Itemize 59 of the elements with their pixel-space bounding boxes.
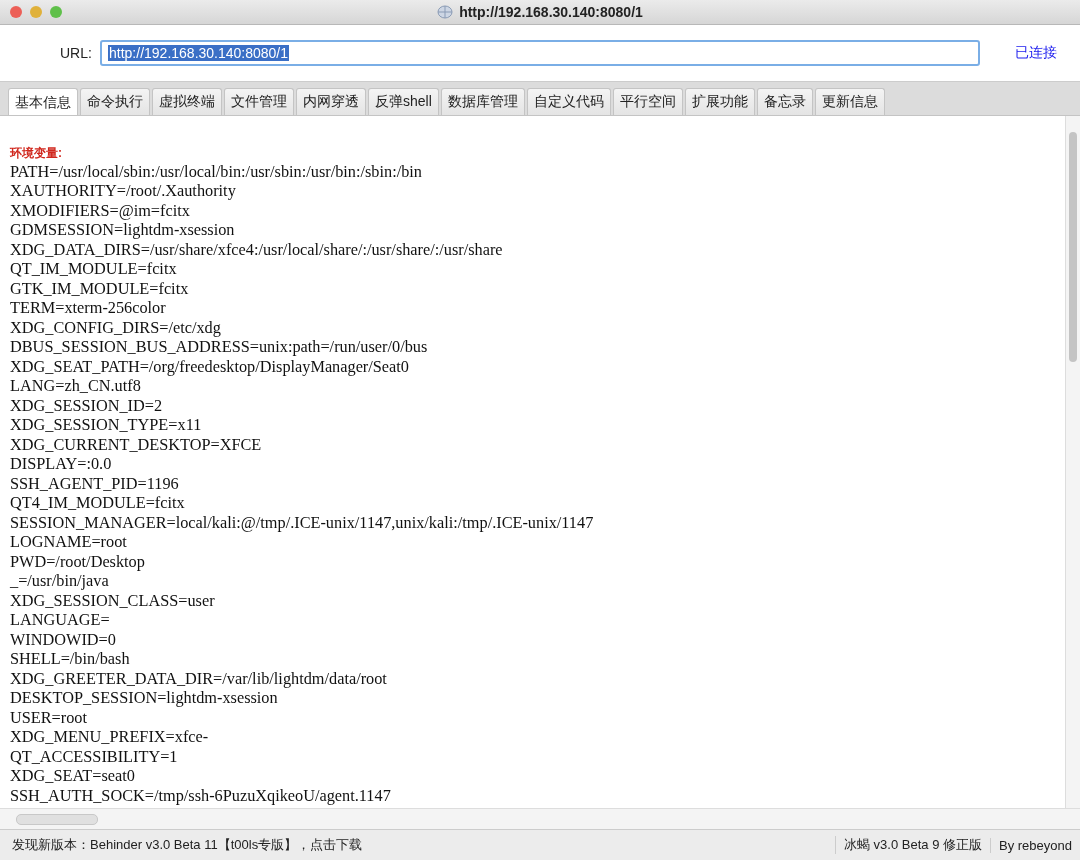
env-line: DISPLAY=:0.0	[10, 454, 113, 474]
env-line: SHELL=/bin/bash	[10, 649, 131, 669]
tab[interactable]: 基本信息	[8, 88, 78, 116]
tab[interactable]: 反弹shell	[368, 88, 439, 115]
vertical-scrollbar[interactable]	[1065, 116, 1080, 808]
tab[interactable]: 平行空间	[612, 88, 683, 115]
env-line: DESKTOP_SESSION=lightdm-xsession	[10, 688, 279, 708]
env-line: GTK_IM_MODULE=fcitx	[10, 278, 190, 298]
tab[interactable]: 扩展功能	[684, 88, 755, 115]
env-line: LANG=zh_CN.utf8	[10, 376, 142, 396]
env-line: XDG_SEAT=seat0	[10, 766, 136, 786]
env-line: XDG_SESSION_CLASS=user	[10, 590, 216, 610]
env-line: QT_IM_MODULE=fcitx	[10, 259, 178, 279]
env-line: PATH=/usr/local/sbin:/usr/local/bin:/usr/sbin:/usr/bin:/sbin:/bin	[10, 161, 423, 181]
tab[interactable]: 更新信息	[814, 88, 885, 115]
url-field[interactable]: http://192.168.30.140:8080/1	[100, 40, 980, 66]
env-line: XMODIFIERS=@im=fcitx	[10, 200, 191, 220]
env-line: XDG_SESSION_ID=2	[10, 395, 164, 415]
update-message[interactable]: 发现新版本：Behinder v3.0 Beta 11【t00ls专版】，点击下载	[0, 836, 835, 854]
env-line: DBUS_SESSION_BUS_ADDRESS=unix:path=/run/user/0/bus	[10, 337, 429, 357]
env-line: USER=root	[10, 707, 89, 727]
env-line: _=/usr/bin/java	[10, 571, 110, 591]
env-line: XDG_SEAT_PATH=/org/freedesktop/DisplayManager/Seat0	[10, 356, 410, 376]
tab[interactable]: 自定义代码	[526, 88, 611, 115]
env-line: LOGNAME=root	[10, 532, 128, 552]
env-line: XDG_SESSION_TYPE=x11	[10, 415, 203, 435]
tab[interactable]: 命令执行	[80, 88, 150, 115]
env-line: XDG_MENU_PREFIX=xfce-	[10, 727, 210, 747]
close-icon[interactable]	[10, 6, 22, 18]
env-line: SESSION_MANAGER=local/kali:@/tmp/.ICE-unix/1147,unix/kali:/tmp/.ICE-unix/1147	[10, 512, 595, 532]
env-line: GDMSESSION=lightdm-xsession	[10, 220, 236, 240]
env-line: QT_ACCESSIBILITY=1	[10, 746, 179, 766]
tab[interactable]: 数据库管理	[440, 88, 525, 115]
env-line: WINDOWID=0	[10, 629, 117, 649]
tab[interactable]: 内网穿透	[296, 88, 366, 115]
env-line: XDG_CURRENT_DESKTOP=XFCE	[10, 434, 263, 454]
env-line: XDG_CONFIG_DIRS=/etc/xdg	[10, 317, 222, 337]
minimize-icon[interactable]	[30, 6, 42, 18]
tab[interactable]: 虚拟终端	[152, 88, 222, 115]
env-line: XDG_DATA_DIRS=/usr/share/xfce4:/usr/local/share/:/usr/share/:/usr/share	[10, 239, 504, 259]
window-title: http://192.168.30.140:8080/1	[459, 4, 643, 20]
env-line: QT4_IM_MODULE=fcitx	[10, 493, 186, 513]
horizontal-scrollbar[interactable]	[0, 808, 1080, 829]
env-line: XDG_GREETER_DATA_DIR=/var/lib/lightdm/data/root	[10, 668, 388, 688]
globe-icon	[437, 5, 454, 19]
connection-status: 已连接	[1014, 44, 1058, 62]
env-line: SSH_AUTH_SOCK=/tmp/ssh-6PuzuXqikeoU/agent.1147	[10, 785, 392, 805]
url-label: URL:	[60, 45, 90, 61]
tab[interactable]: 文件管理	[224, 88, 294, 115]
maximize-icon[interactable]	[50, 6, 62, 18]
author-label: By rebeyond	[990, 837, 1080, 853]
section-heading: 环境变量:	[10, 145, 62, 161]
env-line: XAUTHORITY=/root/.Xauthority	[10, 181, 237, 201]
env-line: LANGUAGE=	[10, 610, 111, 630]
env-line: PWD=/root/Desktop	[10, 551, 146, 571]
env-line: TERM=xterm-256color	[10, 298, 167, 318]
version-label: 冰蝎 v3.0 Beta 9 修正版	[835, 836, 990, 854]
tab[interactable]: 备忘录	[756, 88, 813, 115]
env-line: SSH_AGENT_PID=1196	[10, 473, 180, 493]
